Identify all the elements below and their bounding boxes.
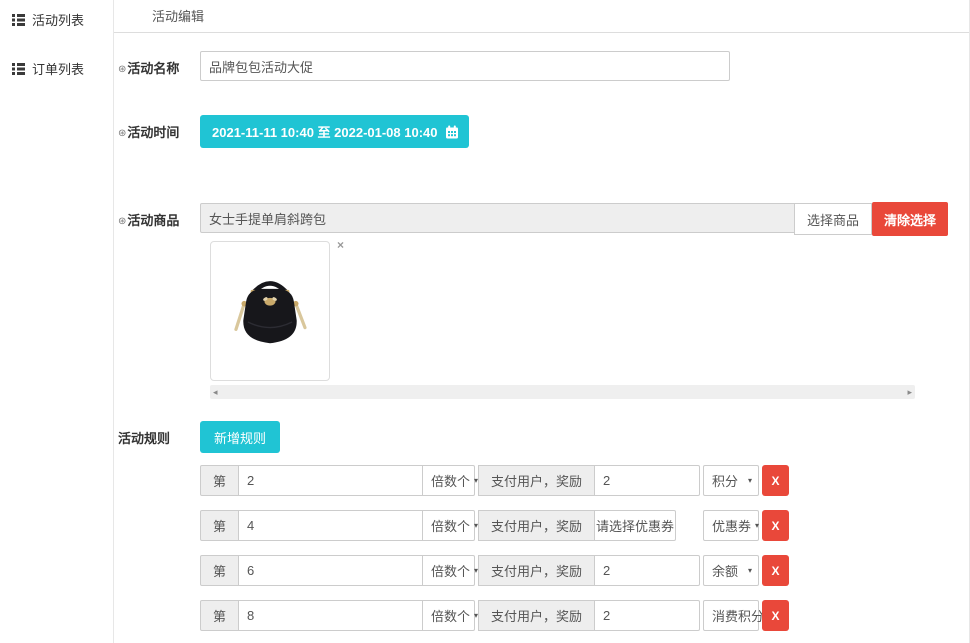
product-image [224, 265, 316, 357]
sidebar-item-label: 活动列表 [32, 10, 84, 29]
select-value: 倍数个 [431, 561, 470, 580]
caret-down-icon: ▾ [755, 521, 759, 530]
rule-reward-input[interactable] [595, 555, 700, 586]
rule-prefix-label: 第 [200, 555, 239, 586]
tab-activity-edit[interactable]: 活动编辑 [152, 9, 204, 24]
select-value: 消费积分 [712, 606, 764, 625]
time-label: ⊛活动时间 [118, 115, 200, 141]
form-row-rules: 活动规则 新增规则 第 倍数个 ▾ 支付用户，奖励 [118, 421, 969, 643]
scroll-left-icon[interactable]: ◂ [213, 388, 218, 397]
calendar-icon [445, 125, 459, 139]
rule-unit-select[interactable]: 倍数个 ▾ [423, 510, 475, 541]
select-value: 余额 [712, 561, 738, 580]
scroll-right-icon[interactable]: ▸ [907, 388, 912, 397]
rule-reward-type-select[interactable]: 消费积分 ▾ [703, 600, 759, 631]
select-goods-button[interactable]: 选择商品 [794, 203, 872, 235]
rule-prefix-label: 第 [200, 465, 239, 496]
rule-row: 第 倍数个 ▾ 支付用户，奖励 消费积分 ▾ X [200, 600, 969, 631]
goods-thumbnail-card [210, 241, 330, 381]
activity-name-input[interactable] [200, 51, 730, 81]
tabbar: 活动编辑 [114, 0, 969, 33]
app-window: 活动列表 订单列表 活动编辑 ⊛活动名称 [0, 0, 970, 643]
delete-rule-button[interactable]: X [762, 600, 789, 631]
date-range-button[interactable]: 2021-11-11 10:40 至 2022-01-08 10:40 [200, 115, 469, 148]
rule-reward-type-select[interactable]: 优惠券 ▾ [703, 510, 759, 541]
rules-label: 活动规则 [118, 421, 200, 447]
date-range-text: 2021-11-11 10:40 至 2022-01-08 10:40 [212, 122, 438, 141]
sidebar-item-activity-list[interactable]: 活动列表 [0, 2, 113, 37]
rule-middle-label: 支付用户，奖励 [478, 555, 595, 586]
form-row-name: ⊛活动名称 [118, 51, 969, 81]
goods-thumbnails: × ◂ ▸ [200, 241, 969, 399]
required-mark-icon: ⊛ [118, 64, 126, 75]
caret-down-icon: ▾ [748, 566, 752, 575]
remove-thumbnail-icon[interactable]: × [337, 239, 344, 251]
rule-number-input[interactable] [239, 465, 423, 496]
rule-number-input[interactable] [239, 510, 423, 541]
selected-goods-input[interactable] [200, 203, 795, 233]
list-icon [12, 63, 25, 75]
goods-label: ⊛活动商品 [118, 203, 200, 229]
activity-edit-form: ⊛活动名称 ⊛活动时间 2021-11-11 10:40 至 2022-01-0… [114, 33, 969, 643]
rule-reward-input[interactable] [595, 600, 700, 631]
form-row-time: ⊛活动时间 2021-11-11 10:40 至 2022-01-08 10:4… [118, 115, 969, 148]
select-value: 倍数个 [431, 471, 470, 490]
clear-selection-button[interactable]: 清除选择 [872, 202, 948, 236]
sidebar-item-label: 订单列表 [32, 59, 84, 78]
rule-reward-type-select[interactable]: 积分 ▾ [703, 465, 759, 496]
sidebar-item-order-list[interactable]: 订单列表 [0, 51, 113, 86]
list-icon [12, 14, 25, 26]
select-value: 倍数个 [431, 516, 470, 535]
rule-middle-label: 支付用户，奖励 [478, 465, 595, 496]
name-label: ⊛活动名称 [118, 51, 200, 77]
rule-row: 第 倍数个 ▾ 支付用户，奖励 余额 ▾ X [200, 555, 969, 586]
rule-prefix-label: 第 [200, 600, 239, 631]
add-rule-button[interactable]: 新增规则 [200, 421, 280, 453]
rule-row: 第 倍数个 ▾ 支付用户，奖励 请选择优惠券 优惠券 ▾ X [200, 510, 969, 541]
rule-prefix-label: 第 [200, 510, 239, 541]
rule-number-input[interactable] [239, 600, 423, 631]
rule-unit-select[interactable]: 倍数个 ▾ [423, 465, 475, 496]
rule-row: 第 倍数个 ▾ 支付用户，奖励 积分 ▾ X [200, 465, 969, 496]
select-value: 优惠券 [712, 516, 751, 535]
required-mark-icon: ⊛ [118, 216, 126, 227]
main-content: 活动编辑 ⊛活动名称 ⊛活动时间 2021-11-11 10:40 至 [114, 0, 970, 643]
delete-rule-button[interactable]: X [762, 510, 789, 541]
rule-reward-type-select[interactable]: 余额 ▾ [703, 555, 759, 586]
sidebar: 活动列表 订单列表 [0, 0, 114, 643]
form-row-goods: ⊛活动商品 选择商品 清除选择 [118, 203, 969, 399]
rule-reward-input[interactable] [595, 465, 700, 496]
caret-down-icon: ▾ [748, 476, 752, 485]
rule-unit-select[interactable]: 倍数个 ▾ [423, 555, 475, 586]
delete-rule-button[interactable]: X [762, 465, 789, 496]
rule-unit-select[interactable]: 倍数个 ▾ [423, 600, 475, 631]
goods-input-group: 选择商品 清除选择 [200, 203, 969, 236]
delete-rule-button[interactable]: X [762, 555, 789, 586]
select-coupon-button[interactable]: 请选择优惠券 [595, 510, 676, 541]
select-value: 积分 [712, 471, 738, 490]
rule-number-input[interactable] [239, 555, 423, 586]
rule-middle-label: 支付用户，奖励 [478, 600, 595, 631]
select-value: 倍数个 [431, 606, 470, 625]
required-mark-icon: ⊛ [118, 128, 126, 139]
horizontal-scrollbar[interactable]: ◂ ▸ [210, 385, 915, 399]
rule-middle-label: 支付用户，奖励 [478, 510, 595, 541]
